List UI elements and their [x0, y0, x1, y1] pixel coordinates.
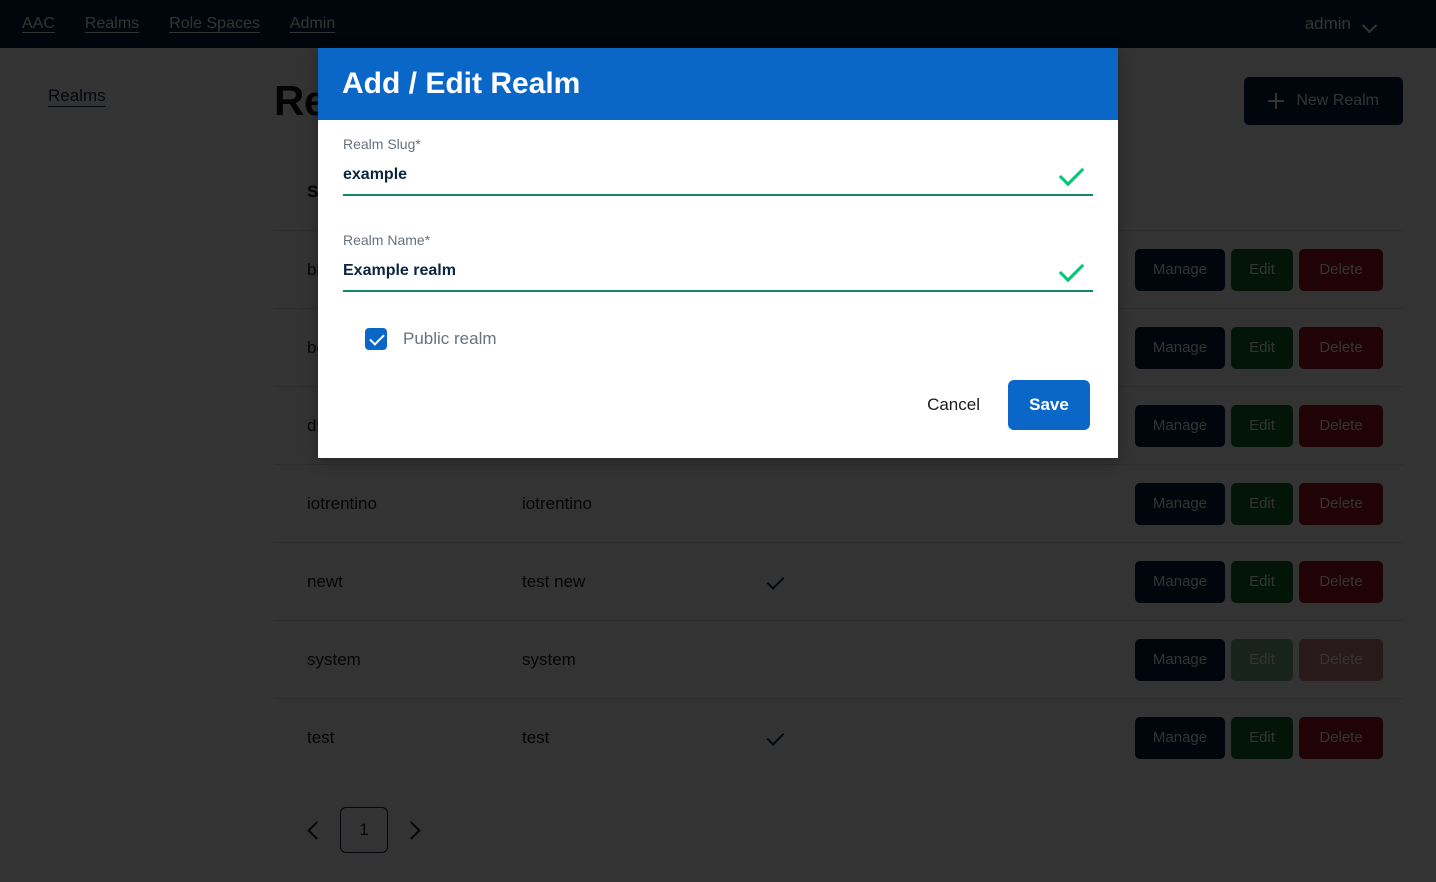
realm-slug-field: Realm Slug*	[343, 136, 1093, 196]
realm-name-input[interactable]	[343, 262, 1061, 280]
realm-slug-input-row	[343, 166, 1093, 196]
realm-slug-label: Realm Slug*	[343, 136, 421, 152]
modal-body: Realm Slug* Realm Name* Public realm	[318, 120, 1118, 350]
add-edit-realm-modal: Add / Edit Realm Realm Slug* Realm Name*…	[318, 48, 1118, 458]
check-icon	[1061, 264, 1087, 279]
realm-name-input-row	[343, 262, 1093, 292]
realm-name-field: Realm Name*	[343, 232, 1093, 292]
modal-title: Add / Edit Realm	[342, 67, 581, 100]
check-icon	[1061, 168, 1087, 183]
cancel-button[interactable]: Cancel	[923, 387, 984, 423]
public-realm-checkbox[interactable]	[365, 328, 387, 350]
realm-name-label: Realm Name*	[343, 232, 431, 248]
save-button[interactable]: Save	[1008, 380, 1090, 430]
public-realm-label: Public realm	[403, 329, 497, 348]
modal-footer: Cancel Save	[318, 350, 1118, 458]
realm-slug-input[interactable]	[343, 166, 1061, 184]
public-realm-checkbox-row[interactable]: Public realm	[365, 328, 1093, 350]
modal-header: Add / Edit Realm	[318, 48, 1118, 120]
